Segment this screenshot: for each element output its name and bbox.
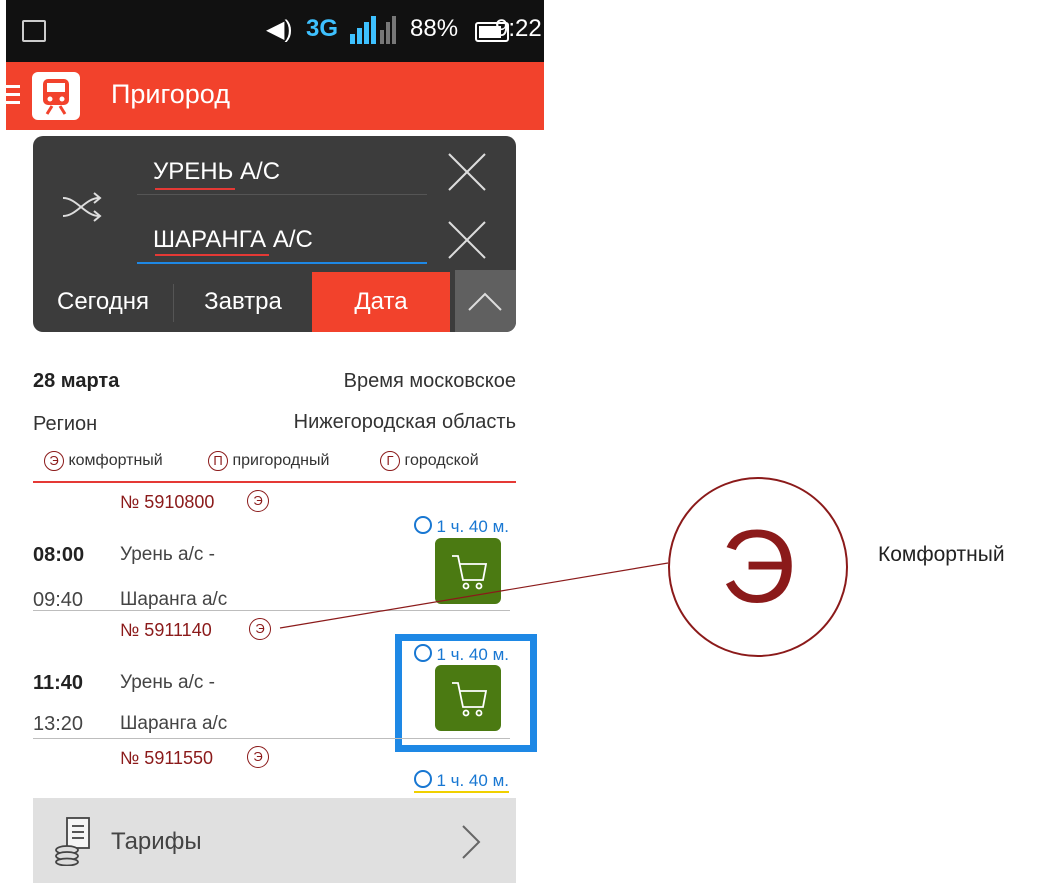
callout-symbol: Э <box>720 509 796 625</box>
callout-line <box>279 562 669 629</box>
callout-label: Комфортный <box>878 543 1005 566</box>
callout-circle: Э <box>668 477 848 657</box>
